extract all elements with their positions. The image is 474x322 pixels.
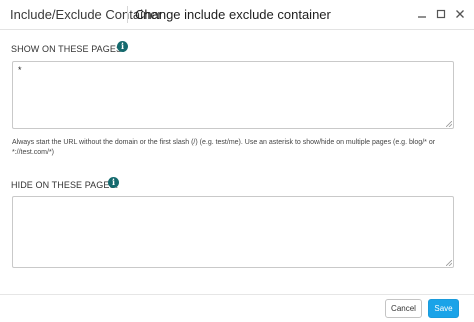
info-icon[interactable]: i [108,177,119,188]
help-text: Always start the URL without the domain … [12,139,436,156]
show-pages-label: SHOW ON THESE PAGES: [11,44,125,54]
resize-handle-icon[interactable] [446,121,452,127]
maximize-icon[interactable] [434,6,448,22]
close-icon[interactable] [453,6,467,22]
save-button[interactable]: Save [428,299,459,318]
title-bar: Include/Exclude Container Change include… [0,0,474,30]
show-pages-textarea[interactable] [12,61,454,129]
info-icon[interactable]: i [117,41,128,52]
resize-handle-icon[interactable] [446,260,452,266]
dialog-title: Change include exclude container [135,7,331,22]
minimize-icon[interactable] [415,6,429,22]
hide-pages-label: HIDE ON THESE PAGES: [11,180,119,190]
cancel-button[interactable]: Cancel [385,299,422,318]
title-divider [127,6,128,23]
hide-pages-textarea[interactable] [12,196,454,268]
